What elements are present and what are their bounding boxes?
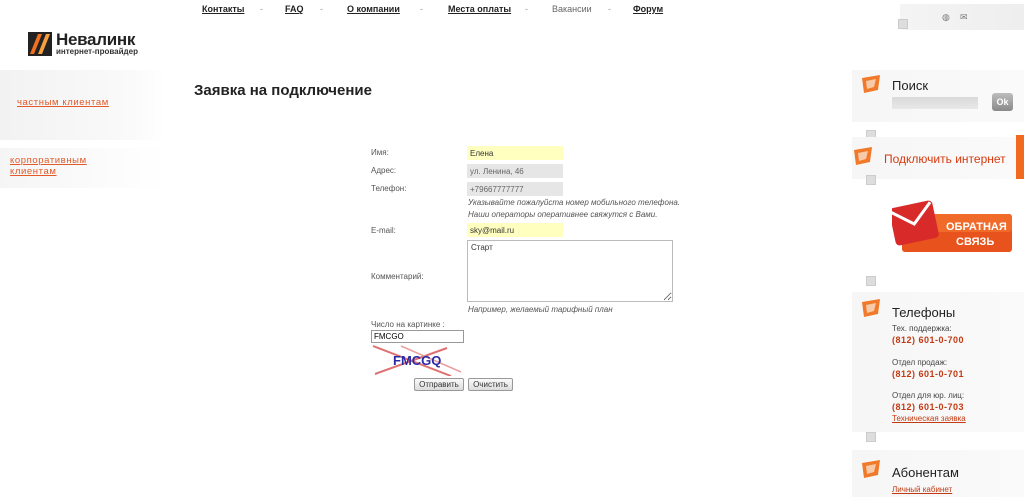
captcha-label: Число на картинке : bbox=[371, 320, 445, 329]
name-label: Имя: bbox=[371, 148, 389, 157]
captcha-image: FMCGQ bbox=[372, 345, 462, 376]
support-phone: (812) 601-0-700 bbox=[892, 335, 965, 345]
nav-link-contacts[interactable]: Контакты bbox=[202, 4, 244, 14]
sales-phone: (812) 601-0-701 bbox=[892, 369, 965, 379]
legal-label: Отдел для юр. лиц: bbox=[892, 391, 965, 400]
nav-link-forum[interactable]: Форум bbox=[633, 4, 663, 14]
phone-hint-line2: Наши операторы оперативнее свяжутся с Ва… bbox=[468, 210, 658, 219]
search-input[interactable] bbox=[892, 97, 978, 109]
bullet-square-icon bbox=[898, 19, 908, 29]
logo-subtitle: интернет-провайдер bbox=[56, 47, 138, 56]
comment-hint: Например, желаемый тарифный план bbox=[468, 305, 613, 314]
bullet-square-icon bbox=[866, 432, 876, 442]
nav-link-about[interactable]: О компании bbox=[347, 4, 400, 14]
support-label: Тех. поддержка: bbox=[892, 324, 952, 333]
clear-button[interactable]: Очистить bbox=[468, 378, 513, 391]
phone-field[interactable] bbox=[467, 182, 563, 196]
feedback-button[interactable]: ОБРАТНАЯ СВЯЗЬ bbox=[892, 200, 1014, 256]
nav-separator: - bbox=[525, 4, 528, 14]
phone-hint: Указывайте пожалуйста номер мобильного т… bbox=[468, 197, 680, 221]
connect-tab-arrow bbox=[1016, 135, 1024, 179]
nav-separator: - bbox=[420, 4, 423, 14]
sales-label: Отдел продаж: bbox=[892, 358, 948, 367]
bullet-square-icon bbox=[866, 276, 876, 286]
nav-separator: - bbox=[608, 4, 611, 14]
email-label: E-mail: bbox=[371, 226, 396, 235]
email-field[interactable] bbox=[467, 223, 563, 237]
comment-textarea[interactable]: Старт bbox=[467, 240, 673, 302]
phones-title: Телефоны bbox=[892, 305, 956, 320]
orange-marker-icon bbox=[862, 75, 880, 93]
mail-icon[interactable]: ✉ bbox=[960, 12, 968, 23]
sidebar-link-corporate-line1: корпоративным bbox=[10, 155, 87, 166]
orange-marker-icon bbox=[862, 460, 880, 478]
sitemap-icon[interactable]: ◍ bbox=[942, 12, 950, 23]
sidebar-link-corporate-line2: клиентам bbox=[10, 166, 57, 177]
subscribers-title: Абонентам bbox=[892, 465, 959, 480]
orange-marker-icon bbox=[862, 299, 880, 317]
feedback-line2: СВЯЗЬ bbox=[956, 236, 994, 248]
comment-label: Комментарий: bbox=[371, 272, 424, 281]
captcha-input[interactable] bbox=[371, 330, 464, 343]
feedback-line1: ОБРАТНАЯ bbox=[946, 221, 1007, 233]
search-title: Поиск bbox=[892, 78, 929, 93]
phone-label: Телефон: bbox=[371, 184, 407, 193]
submit-button[interactable]: Отправить bbox=[414, 378, 464, 391]
personal-cabinet-link[interactable]: Личный кабинет bbox=[892, 485, 952, 494]
tech-request-link[interactable]: Техническая заявка bbox=[892, 414, 966, 423]
search-ok-button[interactable]: Ok bbox=[992, 93, 1013, 111]
sidebar-link-corporate[interactable]: корпоративным клиентам bbox=[10, 155, 87, 177]
right-sidebar: ◍ ✉ Поиск Ok Подключить интернет ОБРАТНА… bbox=[852, 0, 1024, 497]
nav-separator: - bbox=[320, 4, 323, 14]
logo[interactable]: Невалинк интернет-провайдер bbox=[28, 30, 158, 60]
nav-separator: - bbox=[260, 4, 263, 14]
phone-hint-line1: Указывайте пожалуйста номер мобильного т… bbox=[468, 198, 681, 207]
nav-link-vacancies[interactable]: Вакансии bbox=[552, 4, 592, 14]
address-field[interactable] bbox=[467, 164, 563, 178]
bullet-square-icon bbox=[866, 175, 876, 185]
address-label: Адрес: bbox=[371, 166, 397, 175]
legal-phone: (812) 601-0-703 bbox=[892, 402, 965, 412]
name-field[interactable] bbox=[467, 146, 563, 160]
nav-link-faq[interactable]: FAQ bbox=[285, 4, 304, 14]
orange-marker-icon bbox=[854, 147, 872, 165]
logo-mark-icon bbox=[28, 32, 52, 56]
sidebar-link-private[interactable]: частным клиентам bbox=[17, 97, 109, 108]
nav-link-payment-places[interactable]: Места оплаты bbox=[448, 4, 511, 14]
page-title: Заявка на подключение bbox=[194, 82, 372, 99]
captcha-image-text: FMCGQ bbox=[393, 353, 441, 368]
connect-internet-link[interactable]: Подключить интернет bbox=[884, 152, 1006, 166]
